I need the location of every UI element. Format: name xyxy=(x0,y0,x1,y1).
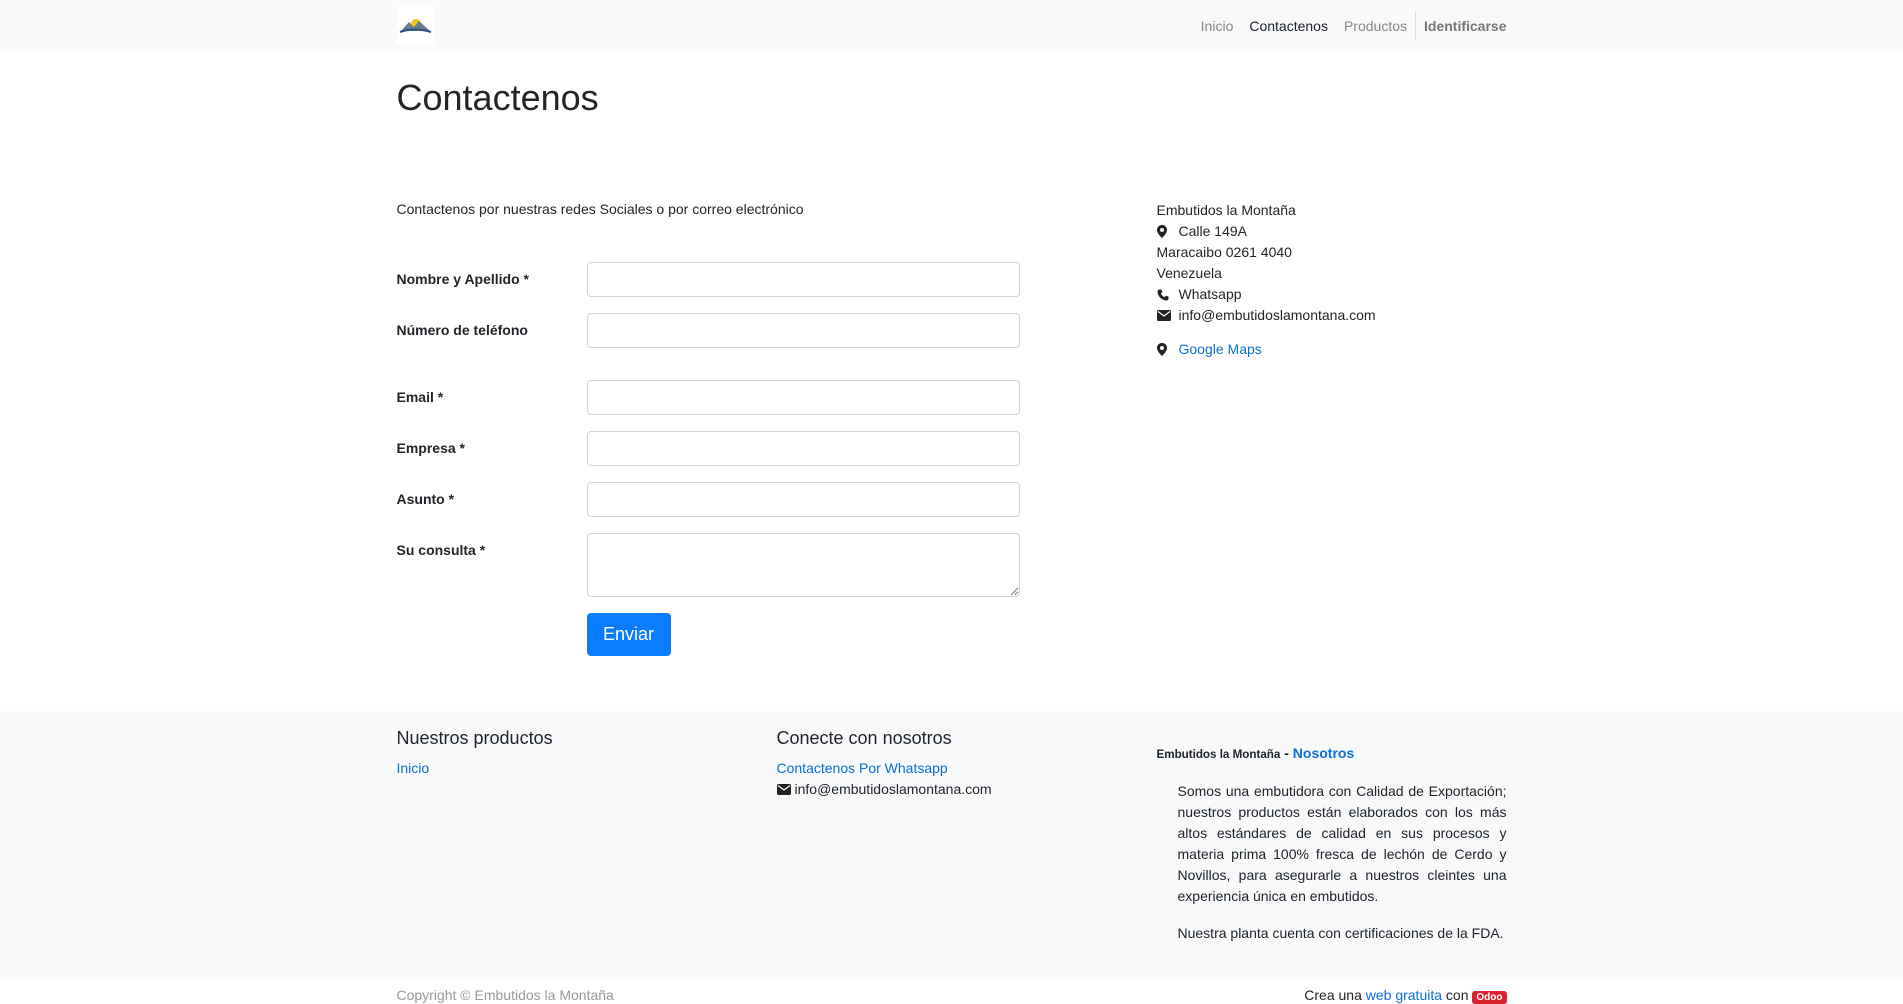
footer-email-text: info@embutidoslamontana.com xyxy=(794,781,992,797)
country-text: Venezuela xyxy=(1156,265,1222,281)
footer: Nuestros productos Inicio Conecte con no… xyxy=(0,711,1903,1004)
company-label: Empresa * xyxy=(396,440,465,456)
subject-label: Asunto * xyxy=(396,491,455,507)
email-label: Email * xyxy=(396,389,444,405)
form-row-name: Nombre y Apellido * xyxy=(397,262,1157,297)
query-label: Su consulta * xyxy=(396,542,486,558)
form-row-phone: Número de teléfono xyxy=(397,313,1157,348)
form-row-subject: Asunto * xyxy=(397,482,1157,517)
phone-icon xyxy=(1157,289,1179,301)
phone-label: Número de teléfono xyxy=(396,322,528,338)
nav-inicio[interactable]: Inicio xyxy=(1193,18,1242,34)
powered-by: Crea una web gratuita con Odoo xyxy=(1304,987,1507,1004)
logo-icon[interactable] xyxy=(396,7,434,44)
odoo-badge[interactable]: Odoo xyxy=(1472,990,1507,1004)
query-textarea[interactable] xyxy=(586,533,1020,597)
email-field[interactable] xyxy=(586,380,1020,415)
footer-connect-title: Conecte con nosotros xyxy=(776,728,952,748)
map-marker-icon xyxy=(1156,225,1179,238)
copyright-bar: Copyright © Embutidos la Montaña Crea un… xyxy=(396,972,1507,1004)
main-nav: Inicio Contactenos Productos Identificar… xyxy=(1193,0,1507,51)
footer-products: Nuestros productos Inicio xyxy=(397,726,777,944)
form-row-query: Su consulta * xyxy=(397,533,1157,597)
nosotros-link[interactable]: Nosotros xyxy=(1293,745,1354,761)
contact-form: Nombre y Apellido * Número de teléfono E… xyxy=(397,262,1157,656)
page-title: Contactenos xyxy=(396,77,599,118)
form-row-email: Email * xyxy=(397,380,1157,415)
footer-connect: Conecte con nosotros Contactenos Por Wha… xyxy=(776,726,1157,944)
fda-text: Nuestra planta cuenta con certificacione… xyxy=(1177,924,1504,941)
envelope-icon xyxy=(776,784,795,795)
nav-contactenos[interactable]: Contactenos xyxy=(1241,18,1336,34)
company-info: Embutidos la Montaña Calle 149A Maracaib… xyxy=(1156,200,1507,656)
footer-inicio-link[interactable]: Inicio xyxy=(397,760,430,776)
company-name: Embutidos la Montaña xyxy=(1156,202,1296,218)
email-text: info@embutidoslamontana.com xyxy=(1178,307,1376,323)
name-label: Nombre y Apellido * xyxy=(396,271,530,287)
about-text: Somos una embutidora con Calidad de Expo… xyxy=(1177,782,1507,904)
footer-company-name: Embutidos la Montaña xyxy=(1156,748,1281,762)
name-field[interactable] xyxy=(586,262,1020,297)
subject-field[interactable] xyxy=(586,482,1020,517)
company-field[interactable] xyxy=(586,431,1020,466)
top-navbar: Inicio Contactenos Productos Identificar… xyxy=(0,0,1903,51)
form-row-company: Empresa * xyxy=(397,431,1157,466)
web-gratuita-link[interactable]: web gratuita xyxy=(1366,987,1442,1003)
copyright-text: Copyright © Embutidos la Montaña xyxy=(396,986,614,1003)
intro-text: Contactenos por nuestras redes Sociales … xyxy=(396,201,804,217)
envelope-icon xyxy=(1156,310,1179,321)
nav-productos[interactable]: Productos xyxy=(1336,18,1415,34)
map-marker-icon xyxy=(1156,343,1179,356)
footer-about: Embutidos la Montaña - Nosotros Somos un… xyxy=(1157,726,1507,944)
phone-text: Whatsapp xyxy=(1178,286,1242,302)
city-text: Maracaibo 0261 4040 xyxy=(1156,244,1292,260)
whatsapp-link[interactable]: Contactenos Por Whatsapp xyxy=(777,760,948,776)
footer-products-title: Nuestros productos xyxy=(396,728,553,748)
street-text: Calle 149A xyxy=(1178,223,1248,239)
phone-field[interactable] xyxy=(586,313,1020,348)
login-link[interactable]: Identificarse xyxy=(1416,18,1506,34)
main-content: Contactenos Contactenos por nuestras red… xyxy=(397,51,1507,656)
submit-button[interactable]: Enviar xyxy=(586,613,671,656)
google-maps-link[interactable]: Google Maps xyxy=(1179,339,1262,360)
